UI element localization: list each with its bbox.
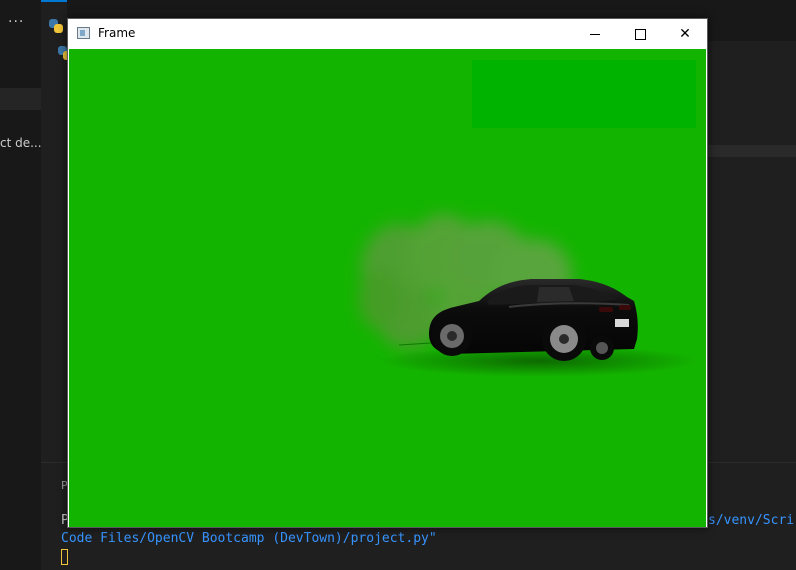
terminal-command-path: Code Files/OpenCV Bootcamp (DevTown)/pro… — [61, 531, 437, 546]
editor-minimap-region — [708, 92, 796, 122]
car-image — [359, 214, 699, 377]
minimize-icon — [590, 33, 600, 35]
window-title: Frame — [98, 26, 136, 40]
more-actions-icon[interactable]: ··· — [8, 14, 24, 30]
editor-tab-active[interactable] — [41, 0, 67, 41]
sidebar-selected-row — [0, 88, 41, 110]
python-file-icon — [49, 19, 63, 33]
close-button[interactable]: ✕ — [662, 19, 708, 49]
window-titlebar[interactable]: Frame ✕ — [68, 19, 707, 49]
maximize-icon — [634, 28, 646, 40]
maximize-button[interactable] — [617, 19, 663, 49]
terminal-command-tail: s/venv/Scri — [708, 513, 795, 528]
minimize-button[interactable] — [572, 19, 618, 49]
terminal-cursor — [61, 549, 68, 565]
window-app-icon — [77, 27, 90, 39]
close-icon: ✕ — [679, 26, 691, 42]
editor-horizontal-rule — [708, 145, 796, 157]
video-frame — [69, 49, 706, 527]
vscode-sidebar — [0, 0, 41, 570]
sidebar-item-label[interactable]: ct de... — [0, 136, 41, 150]
frame-window[interactable]: Frame ✕ — [67, 18, 708, 528]
